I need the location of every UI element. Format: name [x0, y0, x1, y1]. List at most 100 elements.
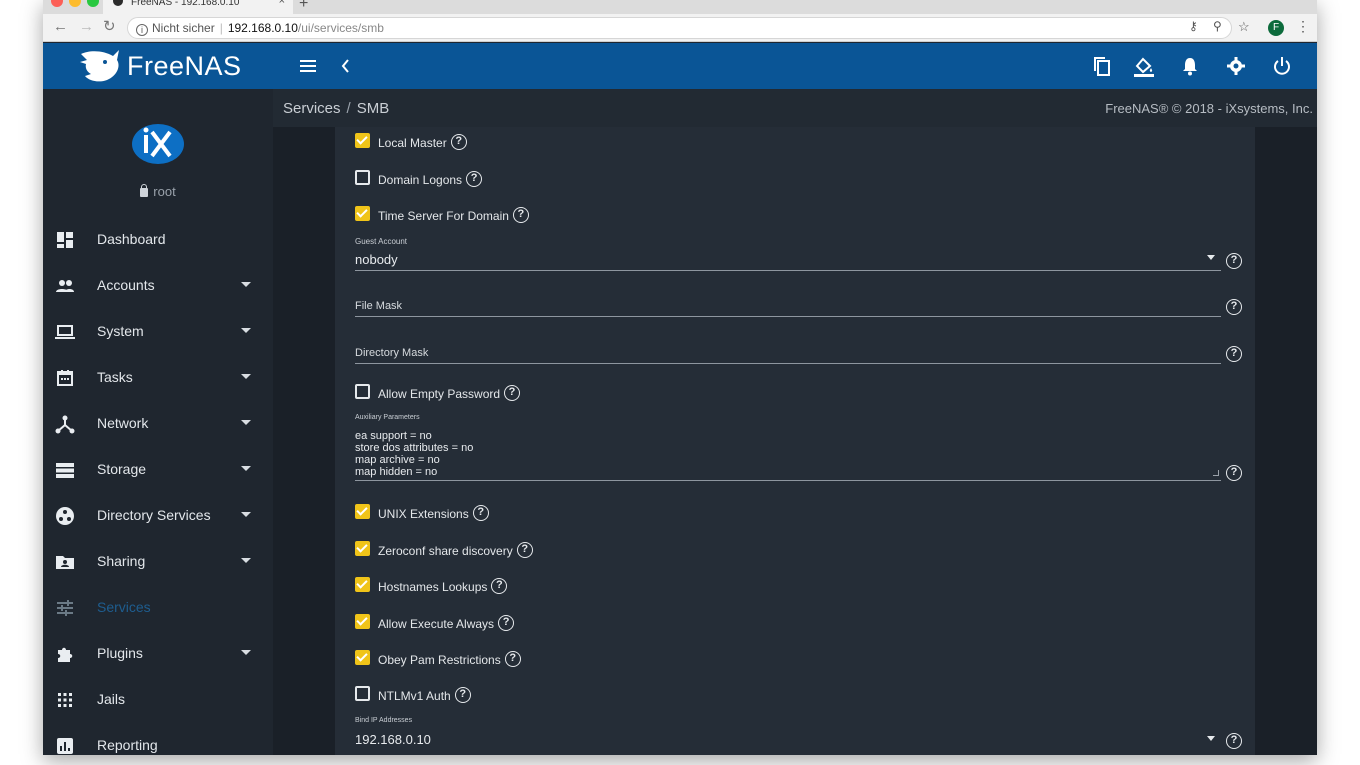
- ntlmv1-auth-checkbox[interactable]: [355, 686, 370, 701]
- chevron-down-icon: [241, 328, 251, 333]
- forward-icon[interactable]: →: [79, 19, 94, 35]
- tab-title: FreeNAS - 192.168.0.10: [131, 0, 240, 8]
- allow-execute-always-checkbox[interactable]: [355, 614, 370, 629]
- reload-icon[interactable]: ↻: [103, 19, 116, 35]
- minimize-window-button[interactable]: [69, 0, 81, 7]
- guest-account-select[interactable]: nobody: [355, 252, 398, 267]
- bind-ip-label: Bind IP Addresses: [355, 717, 413, 724]
- profile-avatar[interactable]: F: [1268, 20, 1284, 36]
- help-icon[interactable]: ?: [498, 615, 515, 631]
- notifications-bell-icon[interactable]: [1179, 55, 1201, 77]
- freenas-logo[interactable]: FreeNAS: [43, 43, 273, 89]
- help-icon[interactable]: ?: [466, 171, 483, 187]
- chevron-down-icon: [241, 420, 251, 425]
- username: root: [153, 184, 176, 199]
- aux-param-line: store dos attributes = no: [355, 442, 474, 454]
- unix-extensions-checkbox[interactable]: [355, 504, 370, 519]
- sidebar-item-reporting[interactable]: Reporting: [43, 725, 273, 755]
- sidebar-item-label: Accounts: [97, 277, 155, 293]
- help-icon[interactable]: ?: [491, 578, 508, 594]
- address-bar[interactable]: i Nicht sicher | 192.168.0.10/ui/services/s…: [127, 17, 1232, 39]
- calendar-icon: [57, 370, 73, 386]
- sidebar: root Dashboard Accounts System Tasks Net…: [43, 89, 273, 755]
- resize-handle-icon[interactable]: [1213, 470, 1219, 476]
- sidebar-item-system[interactable]: System: [43, 311, 273, 351]
- info-icon[interactable]: i: [136, 24, 148, 36]
- copy-icon[interactable]: [1091, 55, 1113, 77]
- obey-pam-checkbox[interactable]: [355, 650, 370, 665]
- aux-param-line: map archive = no: [355, 454, 440, 466]
- help-icon[interactable]: ?: [450, 134, 467, 150]
- bookmark-star-icon[interactable]: ☆: [1238, 19, 1250, 35]
- sidebar-item-plugins[interactable]: Plugins: [43, 633, 273, 673]
- zoom-icon[interactable]: ⚲: [1213, 19, 1222, 33]
- sidebar-item-storage[interactable]: Storage: [43, 449, 273, 489]
- hostnames-lookups-label: Hostnames Lookups: [378, 580, 488, 595]
- sidebar-item-directory-services[interactable]: Directory Services: [43, 495, 273, 535]
- sidebar-item-accounts[interactable]: Accounts: [43, 265, 273, 305]
- hostnames-lookups-checkbox[interactable]: [355, 577, 370, 592]
- sidebar-item-sharing[interactable]: Sharing: [43, 541, 273, 581]
- unix-extensions-label: UNIX Extensions: [378, 507, 469, 522]
- sidebar-item-label: Reporting: [97, 737, 158, 753]
- help-icon[interactable]: ?: [1226, 346, 1242, 362]
- help-icon[interactable]: ?: [504, 385, 521, 401]
- tab-close-icon[interactable]: ×: [279, 0, 285, 7]
- aux-param-line: map hidden = no: [355, 466, 438, 478]
- sidebar-item-jails[interactable]: Jails: [43, 679, 273, 719]
- sidebar-item-label: Jails: [97, 691, 126, 707]
- file-mask-input[interactable]: File Mask: [355, 300, 402, 312]
- sidebar-item-services[interactable]: Services: [43, 587, 273, 627]
- help-icon[interactable]: ?: [516, 542, 533, 558]
- dropdown-arrow-icon[interactable]: [1207, 736, 1215, 741]
- breadcrumb: Services / SMB: [283, 100, 390, 117]
- menu-icon[interactable]: [297, 55, 319, 77]
- time-server-checkbox[interactable]: [355, 206, 370, 221]
- url-path: /ui/services/smb: [297, 21, 384, 35]
- zeroconf-checkbox[interactable]: [355, 541, 370, 556]
- bind-ip-select[interactable]: 192.168.0.10: [355, 732, 431, 747]
- help-icon[interactable]: ?: [1226, 299, 1242, 315]
- breadcrumb-parent-link[interactable]: Services: [283, 100, 341, 117]
- close-window-button[interactable]: [51, 0, 63, 7]
- apps-icon: [58, 693, 72, 707]
- help-icon[interactable]: ?: [504, 651, 521, 667]
- ix-logo-icon: [132, 124, 184, 164]
- tune-icon: [57, 600, 73, 616]
- sidebar-item-network[interactable]: Network: [43, 403, 273, 443]
- chrome-menu-icon[interactable]: ⋮: [1296, 18, 1310, 35]
- aux-params-label: Auxiliary Parameters: [355, 414, 420, 421]
- sidebar-item-tasks[interactable]: Tasks: [43, 357, 273, 397]
- sidebar-item-dashboard[interactable]: Dashboard: [43, 219, 273, 259]
- help-icon[interactable]: ?: [1226, 465, 1242, 481]
- help-icon[interactable]: ?: [472, 505, 489, 521]
- key-icon[interactable]: ⚷: [1189, 19, 1198, 33]
- main-content: Services / SMB FreeNAS® © 2018 - iXsystems…: [273, 89, 1317, 755]
- help-icon[interactable]: ?: [512, 207, 529, 223]
- smb-settings-form: Local Master? Domain Logons? Time Server…: [335, 127, 1255, 755]
- directory-mask-input[interactable]: Directory Mask: [355, 347, 428, 359]
- dropdown-arrow-icon[interactable]: [1207, 255, 1215, 260]
- local-master-checkbox[interactable]: [355, 133, 370, 148]
- settings-gear-icon[interactable]: [1225, 55, 1247, 77]
- chart-icon: [57, 738, 73, 754]
- breadcrumb-bar: Services / SMB FreeNAS® © 2018 - iXsystems…: [273, 89, 1317, 127]
- aux-params-textarea[interactable]: ea support = no store dos attributes = n…: [355, 430, 1221, 478]
- browser-tab[interactable]: FreeNAS - 192.168.0.10 ×: [103, 0, 293, 14]
- help-icon[interactable]: ?: [454, 687, 471, 703]
- browser-window: FreeNAS - 192.168.0.10 × + ← → ↻ i Nicht …: [43, 0, 1317, 755]
- help-icon[interactable]: ?: [1226, 253, 1242, 269]
- browser-toolbar: ← → ↻ i Nicht sicher | 192.168.0.10/ui/serv…: [43, 14, 1317, 42]
- allow-empty-password-checkbox[interactable]: [355, 384, 370, 399]
- domain-logons-checkbox[interactable]: [355, 170, 370, 185]
- zoom-window-button[interactable]: [87, 0, 99, 7]
- sidebar-item-label: Storage: [97, 461, 147, 477]
- lock-icon: [140, 184, 149, 197]
- chevron-left-icon[interactable]: [335, 55, 357, 77]
- theme-paint-icon[interactable]: [1133, 55, 1155, 77]
- help-icon[interactable]: ?: [1226, 733, 1242, 749]
- new-tab-button[interactable]: +: [299, 0, 308, 13]
- back-icon[interactable]: ←: [53, 19, 68, 35]
- local-master-label: Local Master: [378, 136, 447, 151]
- power-icon[interactable]: [1271, 55, 1293, 77]
